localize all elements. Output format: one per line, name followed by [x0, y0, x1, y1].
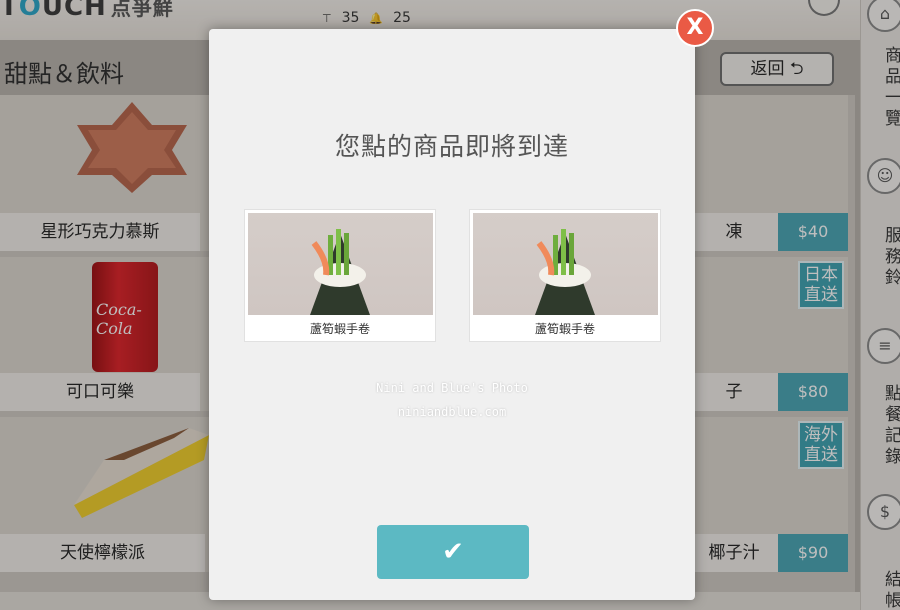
watermark-line1: Nini and Blue's Photo — [376, 381, 528, 395]
arriving-item-card: 蘆筍蝦手卷 — [244, 209, 436, 342]
close-dialog-button[interactable]: X — [676, 9, 714, 47]
arriving-item-card: 蘆筍蝦手卷 — [469, 209, 661, 342]
dialog-title: 您點的商品即將到達 — [334, 132, 569, 161]
arriving-item-name: 蘆筍蝦手卷 — [534, 322, 595, 336]
hand-roll-image — [248, 213, 433, 315]
hand-roll-image — [473, 213, 658, 315]
watermark-line2: niniandblue.com — [397, 405, 507, 419]
arriving-item-name: 蘆筍蝦手卷 — [309, 322, 370, 336]
checkmark-icon: ✔ — [442, 537, 464, 567]
close-icon: X — [686, 15, 704, 40]
confirm-button[interactable]: ✔ — [377, 525, 529, 579]
arrival-notification-dialog: 您點的商品即將到達 蘆筍蝦手卷 蘆筍蝦手卷 Nini and Blue's Ph… — [209, 29, 695, 600]
